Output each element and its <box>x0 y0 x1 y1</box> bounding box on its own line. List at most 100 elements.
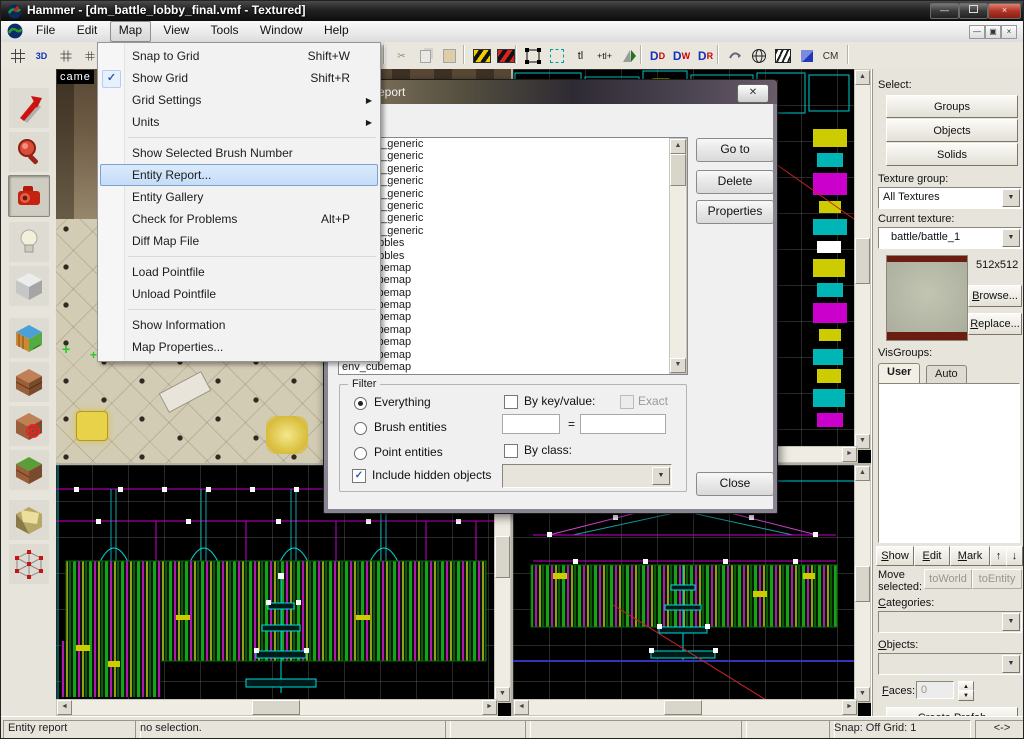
filter-brush-label[interactable]: Brush entities <box>374 420 447 434</box>
viewport-label[interactable]: came <box>57 70 94 84</box>
menu-tools[interactable]: Tools <box>202 21 248 41</box>
cm-icon[interactable]: CM <box>818 44 843 68</box>
list-vscrollbar[interactable]: ▲ ▼ <box>669 138 687 374</box>
current-texture-select[interactable]: battle/battle_1▼ <box>878 227 1022 249</box>
restore-button[interactable] <box>959 3 988 19</box>
vscrollbar[interactable]: ▲ ▼ <box>854 69 871 450</box>
by-keyvalue-checkbox[interactable] <box>504 395 518 409</box>
select-groups-button[interactable]: Groups <box>886 95 1018 118</box>
texture-lock-icon[interactable]: tl <box>568 44 593 68</box>
by-keyvalue-label[interactable]: By key/value: <box>524 394 595 408</box>
scroll-right-icon[interactable]: ► <box>842 700 857 715</box>
filter-everything-label[interactable]: Everything <box>374 395 431 409</box>
clipping-tool-icon[interactable] <box>8 499 50 541</box>
run-dd-icon[interactable]: DD <box>645 44 670 68</box>
globe-icon[interactable] <box>746 44 771 68</box>
mdi-minimize-icon[interactable]: — <box>969 25 985 39</box>
entity-list[interactable]: ambient_generic ambient_generic ambient_… <box>338 137 688 375</box>
magnify-tool-icon[interactable] <box>8 131 50 173</box>
menu-item-load-pointfile[interactable]: Load Pointfile <box>98 261 380 283</box>
entity-tool-icon[interactable] <box>8 221 50 263</box>
move-down-icon[interactable]: ↓ <box>1006 546 1023 566</box>
scroll-thumb[interactable] <box>252 700 300 715</box>
select-solids-button[interactable]: Solids <box>886 143 1018 166</box>
scroll-thumb[interactable] <box>495 536 510 578</box>
goto-button[interactable]: Go to <box>696 138 774 162</box>
dialog-close-button[interactable]: Close <box>696 472 774 496</box>
grid-3d-icon[interactable]: 3D <box>29 44 54 68</box>
by-class-checkbox[interactable] <box>504 444 518 458</box>
list-item[interactable]: env_bubbles <box>339 250 687 262</box>
list-item[interactable]: ambient_generic <box>339 188 687 200</box>
menu-file[interactable]: File <box>27 21 64 41</box>
texture-scale-lock-icon[interactable]: +tl+ <box>592 44 617 68</box>
list-item[interactable]: env_cubemap <box>339 262 687 274</box>
grid-toggle-icon[interactable] <box>5 44 30 68</box>
selection-tool-icon[interactable] <box>8 87 50 129</box>
minimize-button[interactable]: — <box>930 3 959 19</box>
run-dr-icon[interactable]: DR <box>693 44 718 68</box>
include-hidden-checkbox[interactable]: ✓ <box>352 469 366 483</box>
filter-point-label[interactable]: Point entities <box>374 445 443 459</box>
hscrollbar[interactable]: ◄ ► <box>56 699 498 716</box>
list-item[interactable]: ambient_generic <box>339 200 687 212</box>
menu-window[interactable]: Window <box>251 21 312 41</box>
list-item[interactable]: env_cubemap <box>339 311 687 323</box>
grid-smaller-icon[interactable] <box>53 44 78 68</box>
dialog-close-icon[interactable]: ✕ <box>737 84 769 103</box>
list-item[interactable]: env_cubemap <box>339 324 687 336</box>
hatch-icon[interactable] <box>770 44 795 68</box>
chevron-down-icon[interactable]: ▼ <box>1002 189 1020 207</box>
list-item[interactable]: env_cubemap <box>339 336 687 348</box>
list-item[interactable]: ambient_generic <box>339 138 687 150</box>
texture-group-select[interactable]: All Textures▼ <box>878 187 1022 209</box>
list-item[interactable]: env_cubemap <box>339 287 687 299</box>
spinner-down-icon[interactable]: ▼ <box>958 690 974 701</box>
scroll-thumb[interactable] <box>664 700 702 715</box>
mdi-restore-icon[interactable]: ▣ <box>985 25 1001 39</box>
run-dw-icon[interactable]: DW <box>669 44 694 68</box>
list-item[interactable]: ambient_generic <box>339 212 687 224</box>
scroll-right-icon[interactable]: ► <box>482 700 497 715</box>
by-class-label[interactable]: By class: <box>524 443 572 457</box>
list-item[interactable]: ambient_generic <box>339 175 687 187</box>
camera-tool-icon[interactable] <box>8 175 50 217</box>
visgroups-list[interactable] <box>878 383 1020 543</box>
menu-help[interactable]: Help <box>315 21 358 41</box>
menu-item-show-selected-brush-number[interactable]: Show Selected Brush Number <box>98 142 380 164</box>
displacement-icon[interactable] <box>722 44 747 68</box>
menu-item-check-for-problems[interactable]: Check for ProblemsAlt+P <box>98 208 380 230</box>
dialog-titlebar[interactable]: Entity Report ✕ <box>324 80 777 104</box>
browse-button[interactable]: Browse... <box>968 285 1022 307</box>
include-hidden-label[interactable]: Include hidden objects <box>372 468 491 482</box>
menu-edit[interactable]: Edit <box>68 21 107 41</box>
delete-button[interactable]: Delete <box>696 170 774 194</box>
apply-texture-tool-icon[interactable] <box>8 361 50 403</box>
toggle-group-ignore-icon[interactable] <box>520 44 545 68</box>
menu-item-entity-gallery[interactable]: Entity Gallery <box>98 186 380 208</box>
apply-decal-tool-icon[interactable] <box>8 405 50 447</box>
visgroup-edit-button[interactable]: Edit <box>914 546 950 566</box>
vertex-tool-icon[interactable] <box>8 543 50 585</box>
carve-hazard-icon[interactable] <box>469 44 494 68</box>
menu-map[interactable]: Map <box>110 21 151 42</box>
visgroup-mark-button[interactable]: Mark <box>950 546 990 566</box>
list-item[interactable]: env_cubemap <box>339 349 687 361</box>
properties-button[interactable]: Properties <box>696 200 774 224</box>
menu-item-show-information[interactable]: Show Information <box>98 314 380 336</box>
scroll-thumb[interactable] <box>670 154 686 186</box>
block-tool-icon[interactable] <box>8 265 50 307</box>
scroll-thumb[interactable] <box>855 566 870 602</box>
list-item[interactable]: env_cubemap <box>339 361 687 373</box>
scroll-thumb[interactable] <box>855 238 870 284</box>
list-item[interactable]: ambient_generic <box>339 150 687 162</box>
menu-view[interactable]: View <box>154 21 198 41</box>
texture-application-tool-icon[interactable] <box>8 317 50 359</box>
menu-item-units[interactable]: Units▶ <box>98 111 380 133</box>
scroll-down-icon[interactable]: ▼ <box>670 358 686 373</box>
knife-icon[interactable] <box>616 44 641 68</box>
menu-item-diff-map-file[interactable]: Diff Map File <box>98 230 380 252</box>
vscrollbar[interactable]: ▲ ▼ <box>854 465 871 703</box>
select-objects-button[interactable]: Objects <box>886 119 1018 142</box>
scroll-up-icon[interactable]: ▲ <box>855 466 870 481</box>
